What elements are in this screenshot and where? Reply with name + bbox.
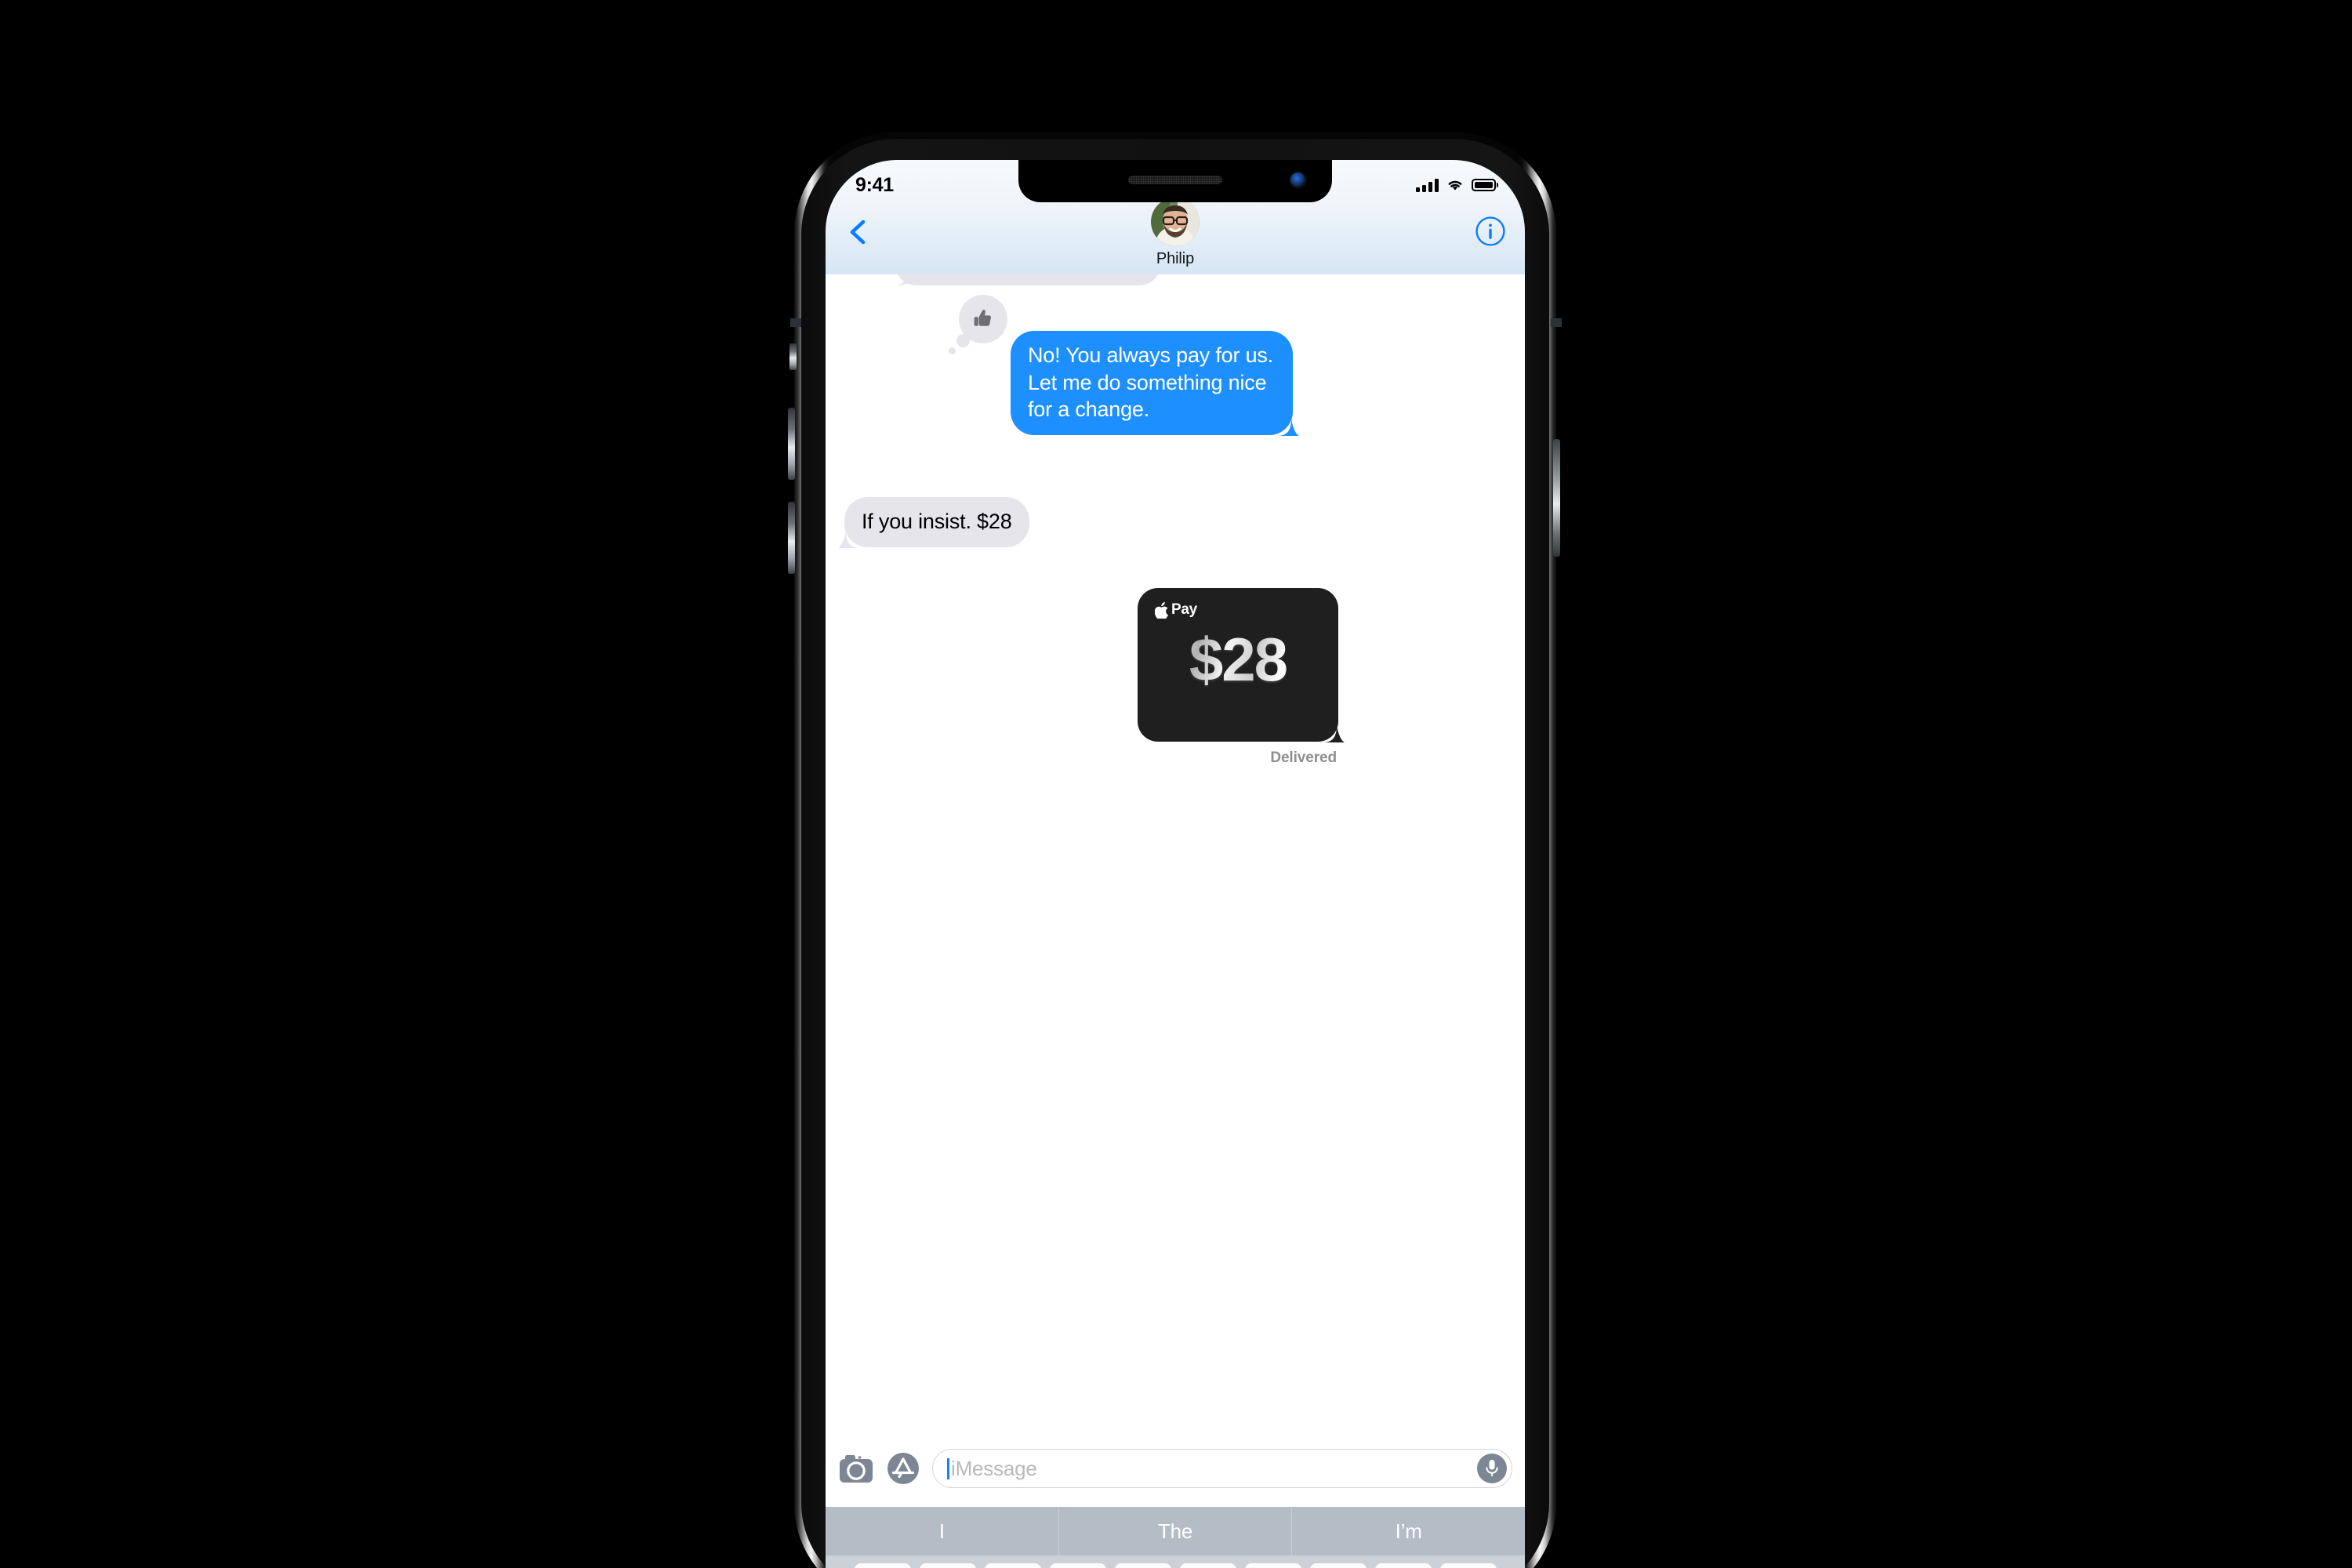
message-input-area: iMessage I The I’m bbox=[826, 1428, 1525, 1568]
message-text: If you insist. $28 bbox=[862, 510, 1012, 533]
phone-screen: 9:41 Philip No! You always pay for us. L… bbox=[826, 160, 1525, 1568]
mute-switch-button[interactable] bbox=[789, 343, 797, 370]
suggestion-1[interactable]: The bbox=[1058, 1507, 1292, 1555]
battery-full-icon bbox=[1472, 179, 1498, 191]
cellular-bars-icon bbox=[1416, 178, 1439, 192]
info-circle-icon[interactable] bbox=[1475, 216, 1506, 247]
key-e[interactable]: E bbox=[984, 1563, 1041, 1568]
front-camera-icon bbox=[1290, 172, 1305, 187]
avatar[interactable] bbox=[1151, 198, 1200, 246]
message-list[interactable]: No! You always pay for us. Let me do som… bbox=[826, 274, 1525, 1428]
thumbs-up-icon bbox=[974, 310, 991, 326]
key-q[interactable]: Q bbox=[854, 1563, 911, 1568]
predictive-text-bar[interactable]: I The I’m bbox=[826, 1507, 1525, 1555]
antenna-band-left bbox=[790, 318, 801, 327]
delivery-status: Delivered bbox=[1270, 750, 1337, 766]
screenshot-root: 9:41 Philip No! You always pay for us. L… bbox=[0, 0, 2352, 1568]
key-o[interactable]: O bbox=[1374, 1563, 1432, 1568]
message-outgoing-text[interactable]: No! You always pay for us. Let me do som… bbox=[949, 295, 1299, 436]
suggestion-0[interactable]: I bbox=[826, 1507, 1058, 1555]
app-store-icon[interactable] bbox=[885, 1450, 921, 1486]
bubble-tail-icon bbox=[1323, 725, 1345, 742]
suggestion-2[interactable]: I’m bbox=[1291, 1507, 1525, 1555]
key-u[interactable]: U bbox=[1244, 1563, 1301, 1568]
back-chevron-icon[interactable] bbox=[843, 216, 874, 248]
iphone-device: 9:41 Philip No! You always pay for us. L… bbox=[794, 132, 1556, 1568]
key-p[interactable]: P bbox=[1439, 1563, 1497, 1568]
side-power-button[interactable] bbox=[1553, 439, 1560, 557]
volume-down-button[interactable] bbox=[788, 502, 795, 574]
message-apple-pay[interactable]: Pay $28 Delivered bbox=[1138, 588, 1345, 766]
search-input[interactable]: iMessage bbox=[932, 1449, 1512, 1488]
apple-pay-label: Pay bbox=[1171, 601, 1197, 618]
contact-header[interactable]: Philip bbox=[1151, 198, 1200, 268]
contact-name: Philip bbox=[1156, 250, 1195, 267]
apple-logo-icon bbox=[1155, 601, 1168, 619]
message-bubble[interactable]: No! You always pay for us. Let me do som… bbox=[1011, 331, 1299, 436]
apple-pay-logo: Pay bbox=[1155, 601, 1197, 619]
keyboard-row-1: Q W E R T Y U I O P bbox=[829, 1563, 1522, 1568]
onscreen-keyboard[interactable]: Q W E R T Y U I O P A S D bbox=[826, 1555, 1525, 1568]
camera-icon[interactable] bbox=[838, 1450, 874, 1486]
message-input-placeholder: iMessage bbox=[951, 1456, 1037, 1480]
volume-up-button[interactable] bbox=[788, 408, 795, 480]
notch bbox=[1018, 160, 1332, 202]
bubble-tail-icon bbox=[1277, 418, 1299, 436]
status-bar-indicators bbox=[1416, 178, 1498, 192]
key-w[interactable]: W bbox=[919, 1563, 976, 1568]
key-i[interactable]: I bbox=[1309, 1563, 1367, 1568]
bubble-tail-icon bbox=[838, 530, 860, 548]
scrolled-message-partial bbox=[895, 274, 1161, 285]
message-bubble[interactable]: If you insist. $28 bbox=[838, 497, 1029, 548]
key-y[interactable]: Y bbox=[1179, 1563, 1236, 1568]
tapback-thumbs-up[interactable] bbox=[949, 295, 1007, 354]
antenna-band-right bbox=[1551, 318, 1562, 327]
wifi-icon bbox=[1448, 180, 1462, 191]
message-incoming-text[interactable]: If you insist. $28 bbox=[838, 497, 1029, 548]
status-bar-time: 9:41 bbox=[855, 173, 894, 196]
key-t[interactable]: T bbox=[1114, 1563, 1171, 1568]
apple-pay-bubble[interactable]: Pay $28 bbox=[1138, 588, 1345, 742]
key-r[interactable]: R bbox=[1049, 1563, 1106, 1568]
microphone-icon[interactable] bbox=[1477, 1454, 1507, 1483]
apple-pay-amount: $28 bbox=[1138, 629, 1338, 690]
message-text: No! You always pay for us. Let me do som… bbox=[1028, 343, 1273, 422]
text-caret bbox=[947, 1457, 949, 1479]
earpiece-speaker-icon bbox=[1128, 176, 1222, 184]
scrolled-message-tail bbox=[898, 274, 913, 285]
